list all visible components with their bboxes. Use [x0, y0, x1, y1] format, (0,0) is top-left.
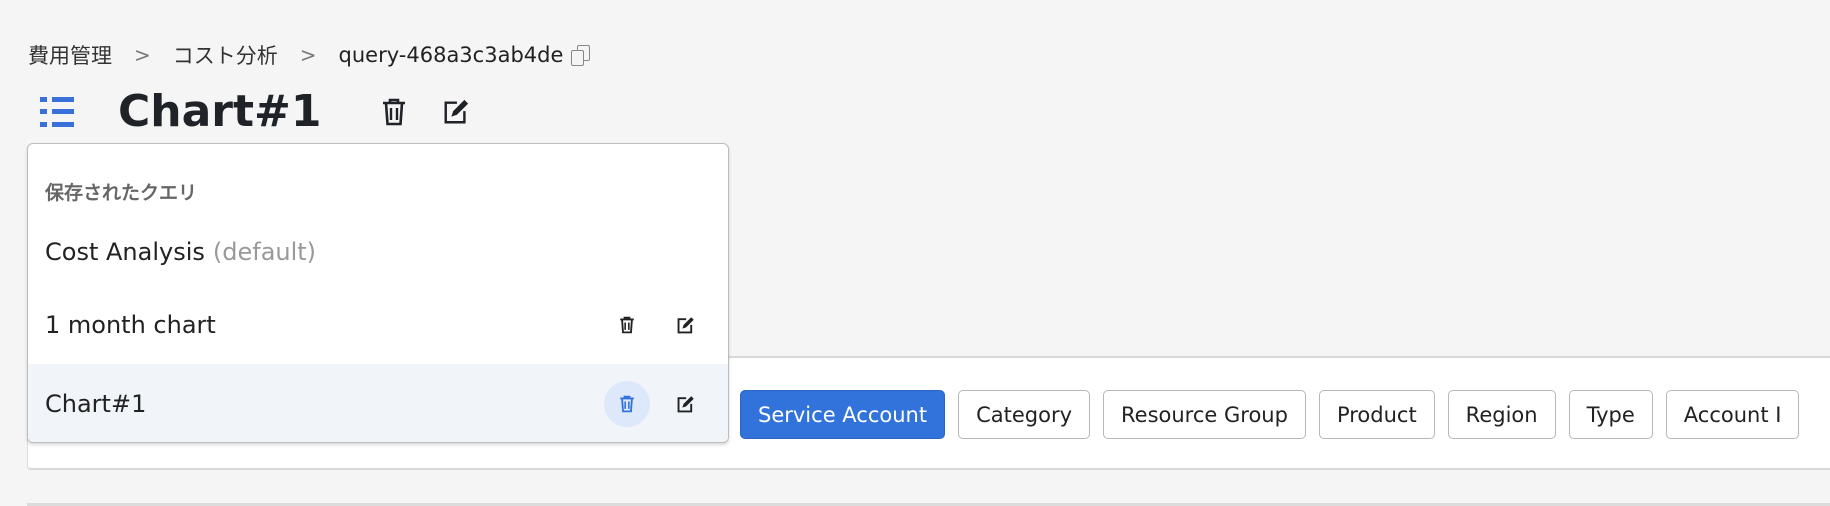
- group-by-type[interactable]: Type: [1568, 390, 1653, 439]
- page-header: Chart#1: [40, 86, 504, 137]
- list-icon[interactable]: [40, 96, 74, 127]
- breadcrumb-item[interactable]: コスト分析: [173, 40, 278, 70]
- group-by-account[interactable]: Account I: [1665, 390, 1800, 439]
- group-by-service-account[interactable]: Service Account: [740, 390, 946, 439]
- breadcrumb-item[interactable]: 費用管理: [28, 40, 112, 70]
- group-by-product[interactable]: Product: [1318, 390, 1435, 439]
- saved-query-item-selected[interactable]: Chart#1: [28, 364, 728, 442]
- edit-icon[interactable]: [662, 381, 708, 427]
- edit-icon[interactable]: [662, 302, 708, 348]
- group-by-category[interactable]: Category: [958, 390, 1091, 439]
- trash-icon[interactable]: [604, 302, 650, 348]
- edit-icon[interactable]: [442, 97, 470, 127]
- breadcrumb-current: query-468a3c3ab4de: [338, 43, 564, 67]
- copy-icon[interactable]: [571, 45, 591, 66]
- group-by-resource-group[interactable]: Resource Group: [1103, 390, 1306, 439]
- item-label: Cost Analysis: [45, 238, 205, 266]
- dropdown-heading: 保存されたクエリ: [45, 182, 198, 204]
- saved-query-item[interactable]: Cost Analysis (default): [28, 212, 728, 292]
- breadcrumb-separator: >: [134, 43, 151, 67]
- breadcrumb-separator: >: [299, 43, 317, 67]
- saved-query-item[interactable]: 1 month chart: [28, 285, 728, 365]
- default-label: (default): [212, 238, 317, 266]
- trash-icon[interactable]: [604, 381, 650, 427]
- breadcrumb: 費用管理 > コスト分析 > query-468a3c3ab4de: [28, 40, 591, 70]
- saved-queries-dropdown: 保存されたクエリ Cost Analysis (default) 1 month…: [27, 143, 729, 443]
- group-by-options: Service Account Category Resource Group …: [740, 390, 1800, 439]
- item-label: Chart#1: [45, 390, 147, 418]
- page-title: Chart#1: [118, 86, 322, 137]
- group-by-region[interactable]: Region: [1447, 390, 1556, 439]
- item-label: 1 month chart: [45, 311, 216, 339]
- trash-icon[interactable]: [380, 97, 408, 127]
